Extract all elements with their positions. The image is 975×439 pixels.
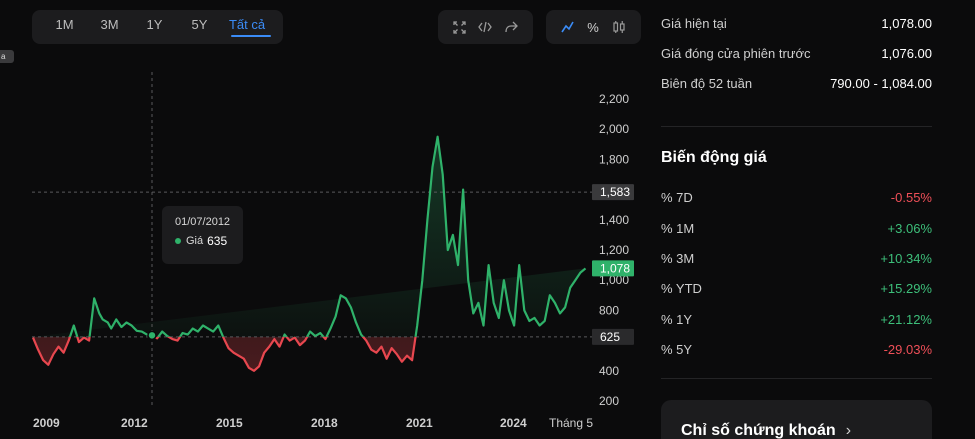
y-tick-label: 400	[599, 364, 619, 378]
y-tick-label: 2,000	[599, 122, 629, 136]
embed-code-icon[interactable]	[472, 14, 498, 40]
y-tick-label: 800	[599, 303, 619, 317]
tab-3m[interactable]: 3M	[87, 10, 132, 44]
reference-price-tag: 625	[600, 330, 620, 344]
tab-5y[interactable]: 5Y	[177, 10, 222, 44]
perf-label: % 1Y	[661, 312, 693, 327]
perf-label: % 5Y	[661, 342, 693, 357]
chart-tooltip: 01/07/2012 Giá 635	[162, 206, 243, 264]
area-above-reference	[33, 136, 586, 337]
perf-value: +10.34%	[880, 251, 932, 266]
area-below-reference	[33, 336, 416, 371]
tooltip-label: Giá	[186, 235, 204, 247]
current-price-label: Giá hiện tại	[661, 16, 727, 31]
series-dot-icon	[175, 238, 181, 244]
perf-value: +15.29%	[880, 281, 932, 296]
perf-value: -29.03%	[883, 342, 932, 357]
last-price-tag: 1,078	[600, 261, 630, 275]
range-52w-label: Biên độ 52 tuần	[661, 76, 753, 91]
tab-1y[interactable]: 1Y	[132, 10, 177, 44]
perf-row-5y: % 5Y -29.03%	[661, 342, 932, 357]
x-tick-label: 2024	[500, 416, 527, 430]
perf-row-1y: % 1Y +21.12%	[661, 312, 932, 327]
perf-row-7d: % 7D -0.55%	[661, 190, 932, 205]
price-chart[interactable]: 2004006008001,0001,2001,4001,6001,8002,0…	[0, 60, 640, 439]
divider	[661, 126, 932, 127]
stock-index-title: Chỉ số chứng khoán	[681, 422, 836, 439]
tab-1m[interactable]: 1M	[42, 10, 87, 44]
chart-share-tools	[438, 10, 533, 44]
current-price-row: Giá hiện tại 1,078.00	[661, 16, 932, 31]
tooltip-row: Giá 635	[175, 234, 243, 248]
fullscreen-icon[interactable]	[446, 14, 472, 40]
tooltip-date: 01/07/2012	[175, 216, 231, 228]
price-line-up	[68, 135, 587, 337]
prev-close-value: 1,076.00	[881, 46, 932, 61]
range-52w-value: 790.00 - 1,084.00	[830, 76, 932, 91]
chevron-right-icon: ›	[845, 422, 852, 439]
y-tick-label: 2,200	[599, 92, 629, 106]
price-line-down	[31, 336, 417, 372]
share-icon[interactable]	[498, 14, 524, 40]
perf-value: +3.06%	[887, 221, 932, 236]
percent-icon[interactable]: %	[580, 14, 606, 40]
crosshair-price-tag: 1,583	[600, 185, 630, 199]
line-chart-icon[interactable]	[554, 14, 580, 40]
tab-all[interactable]: Tất cả	[222, 10, 272, 44]
chart-view-tools: %	[546, 10, 641, 44]
time-range-tabs: 1M 3M 1Y 5Y Tất cả	[32, 10, 283, 44]
performance-title: Biến động giá	[661, 149, 767, 166]
tooltip-value: 635	[207, 234, 228, 248]
current-price-value: 1,078.00	[881, 16, 932, 31]
x-tick-label: 2018	[311, 416, 338, 430]
y-tick-label: 1,800	[599, 152, 629, 166]
perf-row-1m: % 1M +3.06%	[661, 221, 932, 236]
x-tick-label: 2012	[121, 416, 148, 430]
hover-point	[147, 330, 157, 341]
perf-label: % 1M	[661, 221, 695, 236]
y-tick-label: 1,400	[599, 213, 629, 227]
perf-label: % YTD	[661, 281, 702, 296]
perf-row-ytd: % YTD +15.29%	[661, 281, 932, 296]
y-tick-label: 1,200	[599, 243, 629, 257]
divider	[661, 378, 932, 379]
prev-close-label: Giá đóng cửa phiên trước	[661, 46, 811, 61]
perf-label: % 7D	[661, 190, 693, 205]
prev-close-row: Giá đóng cửa phiên trước 1,076.00	[661, 46, 932, 61]
x-tick-label: Tháng 5	[549, 416, 593, 430]
y-tick-label: 200	[599, 394, 619, 408]
perf-value: -0.55%	[890, 190, 932, 205]
stock-index-card[interactable]: Chỉ số chứng khoán ›	[661, 400, 932, 439]
perf-label: % 3M	[661, 251, 695, 266]
perf-value: +21.12%	[880, 312, 932, 327]
perf-row-3m: % 3M +10.34%	[661, 251, 932, 266]
candlestick-icon[interactable]	[606, 14, 632, 40]
x-tick-label: 2015	[216, 416, 243, 430]
range-52w-row: Biên độ 52 tuần 790.00 - 1,084.00	[661, 76, 932, 91]
x-tick-label: 2009	[33, 416, 60, 430]
x-tick-label: 2021	[406, 416, 433, 430]
